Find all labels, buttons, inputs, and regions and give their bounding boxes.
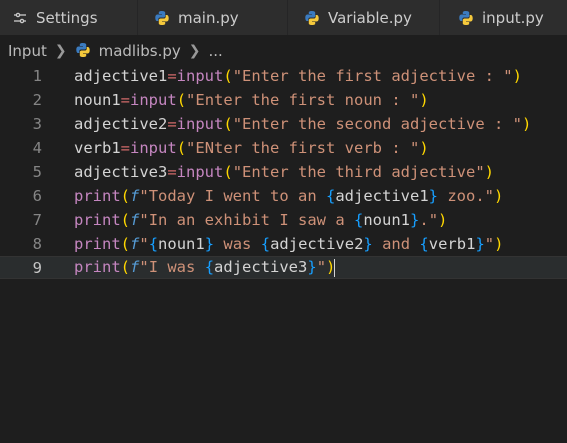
breadcrumb-folder[interactable]: Input	[8, 42, 47, 60]
code-line[interactable]: 2 noun1=input("Enter the first noun : ")	[0, 88, 567, 111]
line-number: 5	[32, 162, 42, 181]
line-code[interactable]: verb1=input("ENter the first verb : ")	[74, 139, 429, 157]
python-icon	[152, 8, 172, 28]
line-number: 2	[32, 90, 42, 109]
line-code[interactable]: noun1=input("Enter the first noun : ")	[74, 91, 429, 109]
chevron-right-icon: ❯	[54, 43, 67, 59]
code-editor[interactable]: 1 adjective1=input("Enter the first adjec…	[0, 64, 567, 443]
code-line[interactable]: 3 adjective2=input("Enter the second adje…	[0, 112, 567, 135]
tab-input-py[interactable]: input.py	[440, 0, 567, 35]
code-line[interactable]: 6 print(f"Today I went to an {adjective1}…	[0, 184, 567, 207]
python-icon	[456, 8, 476, 28]
line-number: 4	[32, 138, 42, 157]
tab-label: Settings	[36, 8, 98, 27]
tab-label: input.py	[482, 8, 544, 27]
line-code[interactable]: print(f"I was {adjective3}")	[74, 258, 336, 277]
code-line[interactable]: 4 verb1=input("ENter the first verb : ")	[0, 136, 567, 159]
line-number: 8	[32, 234, 42, 253]
line-code[interactable]: print(f"In an exhibit I saw a {noun1}.")	[74, 211, 447, 229]
line-number: 6	[32, 186, 42, 205]
python-icon	[302, 8, 322, 28]
breadcrumb-file[interactable]: madlibs.py	[99, 42, 181, 60]
tab-label: Variable.py	[328, 8, 412, 27]
line-number: 9	[32, 258, 42, 277]
line-code[interactable]: adjective2=input("Enter the second adjec…	[74, 115, 531, 133]
line-code[interactable]: print(f"Today I went to an {adjective1} …	[74, 187, 503, 205]
settings-icon	[10, 8, 30, 28]
line-number: 3	[32, 114, 42, 133]
line-number: 7	[32, 210, 42, 229]
code-line[interactable]: 5 adjective3=input("Enter the third adjec…	[0, 160, 567, 183]
tab-settings[interactable]: Settings	[0, 0, 138, 35]
tab-label: main.py	[178, 8, 239, 27]
code-line[interactable]: 8 print(f"{noun1} was {adjective2} and {v…	[0, 232, 567, 255]
code-line[interactable]: 7 print(f"In an exhibit I saw a {noun1}."…	[0, 208, 567, 231]
breadcrumb: Input ❯ madlibs.py ❯ ...	[0, 35, 567, 67]
tab-main-py[interactable]: main.py	[138, 0, 288, 35]
line-code[interactable]: adjective3=input("Enter the third adject…	[74, 163, 494, 181]
line-code[interactable]: print(f"{noun1} was {adjective2} and {ve…	[74, 235, 503, 253]
chevron-right-icon: ❯	[188, 43, 201, 59]
line-code[interactable]: adjective1=input("Enter the first adject…	[74, 67, 522, 85]
tab-bar: Settings main.py Variable.py input.py	[0, 0, 567, 35]
line-number: 1	[32, 66, 42, 85]
code-line[interactable]: 9 print(f"I was {adjective3}")	[0, 256, 567, 279]
breadcrumb-ellipsis[interactable]: ...	[208, 42, 222, 60]
text-cursor	[334, 258, 336, 277]
tab-variable-py[interactable]: Variable.py	[288, 0, 440, 35]
code-line[interactable]: 1 adjective1=input("Enter the first adjec…	[0, 64, 567, 87]
python-icon	[75, 42, 93, 60]
